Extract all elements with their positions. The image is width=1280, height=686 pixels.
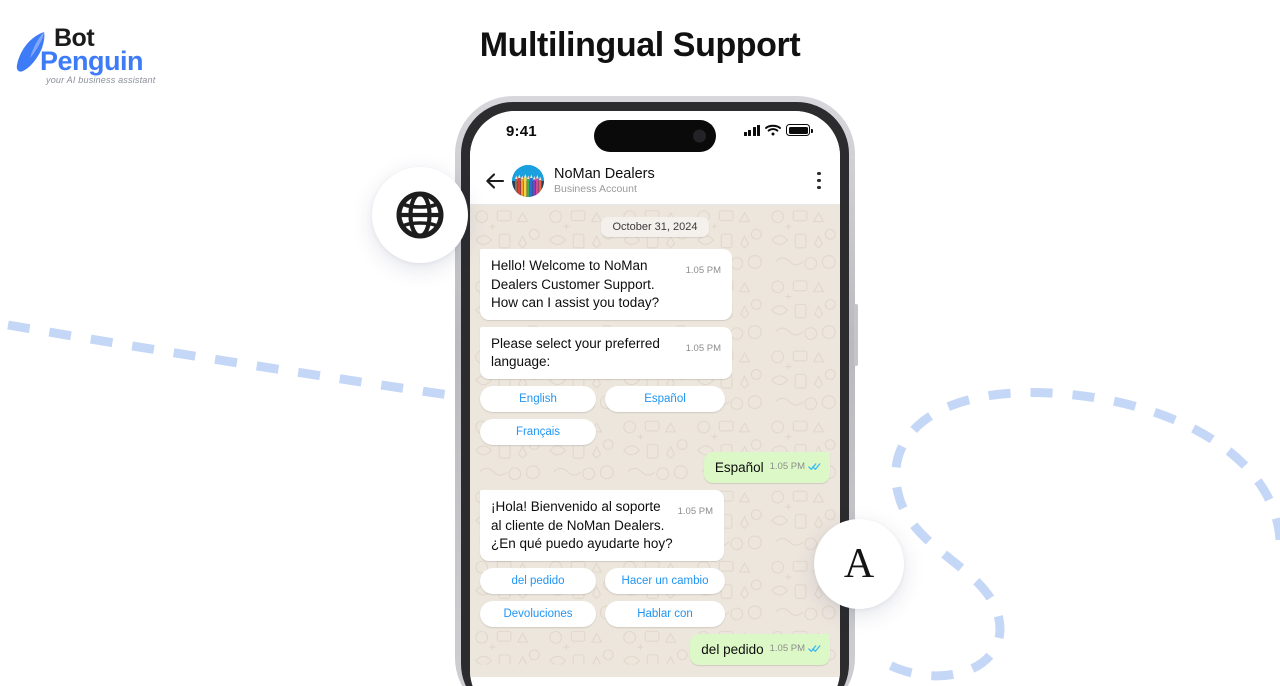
message-row: 1.05 PM Hello! Welcome to NoMan Dealers … [480, 249, 830, 320]
quick-reply-english[interactable]: English [480, 385, 596, 412]
language-quick-replies: English Español Français [480, 385, 830, 445]
message-time: 1.05 PM [677, 506, 713, 517]
message-bubble-outgoing: Español 1.05 PM [703, 451, 830, 483]
quick-reply-hacer-un-cambio[interactable]: Hacer un cambio [605, 567, 725, 594]
double-check-read-icon [808, 645, 821, 653]
message-bubble-incoming: 1.05 PM Please select your preferred lan… [480, 326, 732, 379]
page-root: Bot Penguin your AI business assistant M… [0, 0, 1280, 686]
date-divider-row: October 31, 2024 [480, 217, 830, 237]
avatar[interactable] [512, 164, 544, 197]
logo-tagline: your AI business assistant [46, 75, 156, 85]
quick-reply-hablar-con[interactable]: Hablar con [605, 600, 725, 627]
double-check-read-icon [808, 463, 821, 471]
message-meta: 1.05 PM [770, 640, 821, 659]
front-camera-icon [693, 129, 706, 143]
globe-badge [372, 167, 468, 263]
message-time: 1.05 PM [685, 342, 721, 354]
message-time: 1.05 PM [685, 265, 721, 276]
quick-reply-devoluciones[interactable]: Devoluciones [480, 600, 596, 627]
message-text: del pedido [701, 641, 764, 657]
spanish-quick-replies: del pedido Hacer un cambio Devoluciones … [480, 567, 830, 627]
message-meta: 1.05 PM [770, 458, 821, 477]
message-row: Español 1.05 PM [480, 451, 830, 483]
quick-reply-espanol[interactable]: Español [605, 385, 725, 412]
message-time: 1.05 PM [769, 460, 805, 472]
quick-reply-francais[interactable]: Français [480, 418, 596, 445]
phone-side-button [854, 304, 858, 366]
contact-subtitle: Business Account [554, 182, 637, 195]
quick-reply-del-pedido[interactable]: del pedido [480, 567, 596, 594]
letter-badge-text: A [843, 541, 875, 587]
colored-pencils-avatar [512, 164, 544, 197]
back-arrow-icon[interactable] [484, 170, 506, 192]
dynamic-island [594, 120, 716, 152]
status-bar-icons [743, 124, 813, 136]
status-bar: 9:41 [470, 111, 840, 157]
wifi-icon [765, 124, 781, 136]
message-row: 1.05 PM Please select your preferred lan… [480, 326, 830, 379]
message-text: Hello! Welcome to NoMan Dealers Customer… [491, 258, 660, 310]
letter-badge: A [814, 519, 904, 609]
contact-name: NoMan Dealers [554, 165, 655, 182]
message-row: del pedido 1.05 PM [480, 633, 830, 665]
globe-icon [396, 191, 444, 239]
message-bubble-incoming: 1.05 PM ¡Hola! Bienvenido al soporte al … [480, 490, 724, 561]
battery-full-icon [786, 124, 813, 136]
message-bubble-incoming: 1.05 PM Hello! Welcome to NoMan Dealers … [480, 249, 732, 320]
chat-body: October 31, 2024 1.05 PM Hello! Welcome … [470, 205, 840, 677]
kebab-menu-icon[interactable] [810, 170, 828, 192]
date-divider: October 31, 2024 [601, 217, 709, 237]
cellular-signal-icon [743, 124, 760, 136]
page-title: Multilingual Support [479, 26, 801, 64]
message-text: ¡Hola! Bienvenido al soporte al cliente … [491, 499, 673, 551]
message-bubble-outgoing: del pedido 1.05 PM [690, 633, 830, 665]
message-text: Español [714, 459, 764, 475]
message-row: 1.05 PM ¡Hola! Bienvenido al soporte al … [480, 490, 830, 561]
chat-header: NoMan Dealers Business Account [470, 157, 840, 205]
message-text: Please select your preferred language: [491, 335, 660, 370]
phone-bezel: 9:41 NoMan Dealers Business Account Octo… [461, 102, 849, 686]
phone-mockup: 9:41 NoMan Dealers Business Account Octo… [455, 96, 858, 686]
chat-header-text[interactable]: NoMan Dealers Business Account [554, 166, 810, 196]
message-time: 1.05 PM [769, 642, 805, 654]
phone-screen: 9:41 NoMan Dealers Business Account Octo… [470, 111, 840, 686]
status-bar-time: 9:41 [506, 123, 537, 140]
